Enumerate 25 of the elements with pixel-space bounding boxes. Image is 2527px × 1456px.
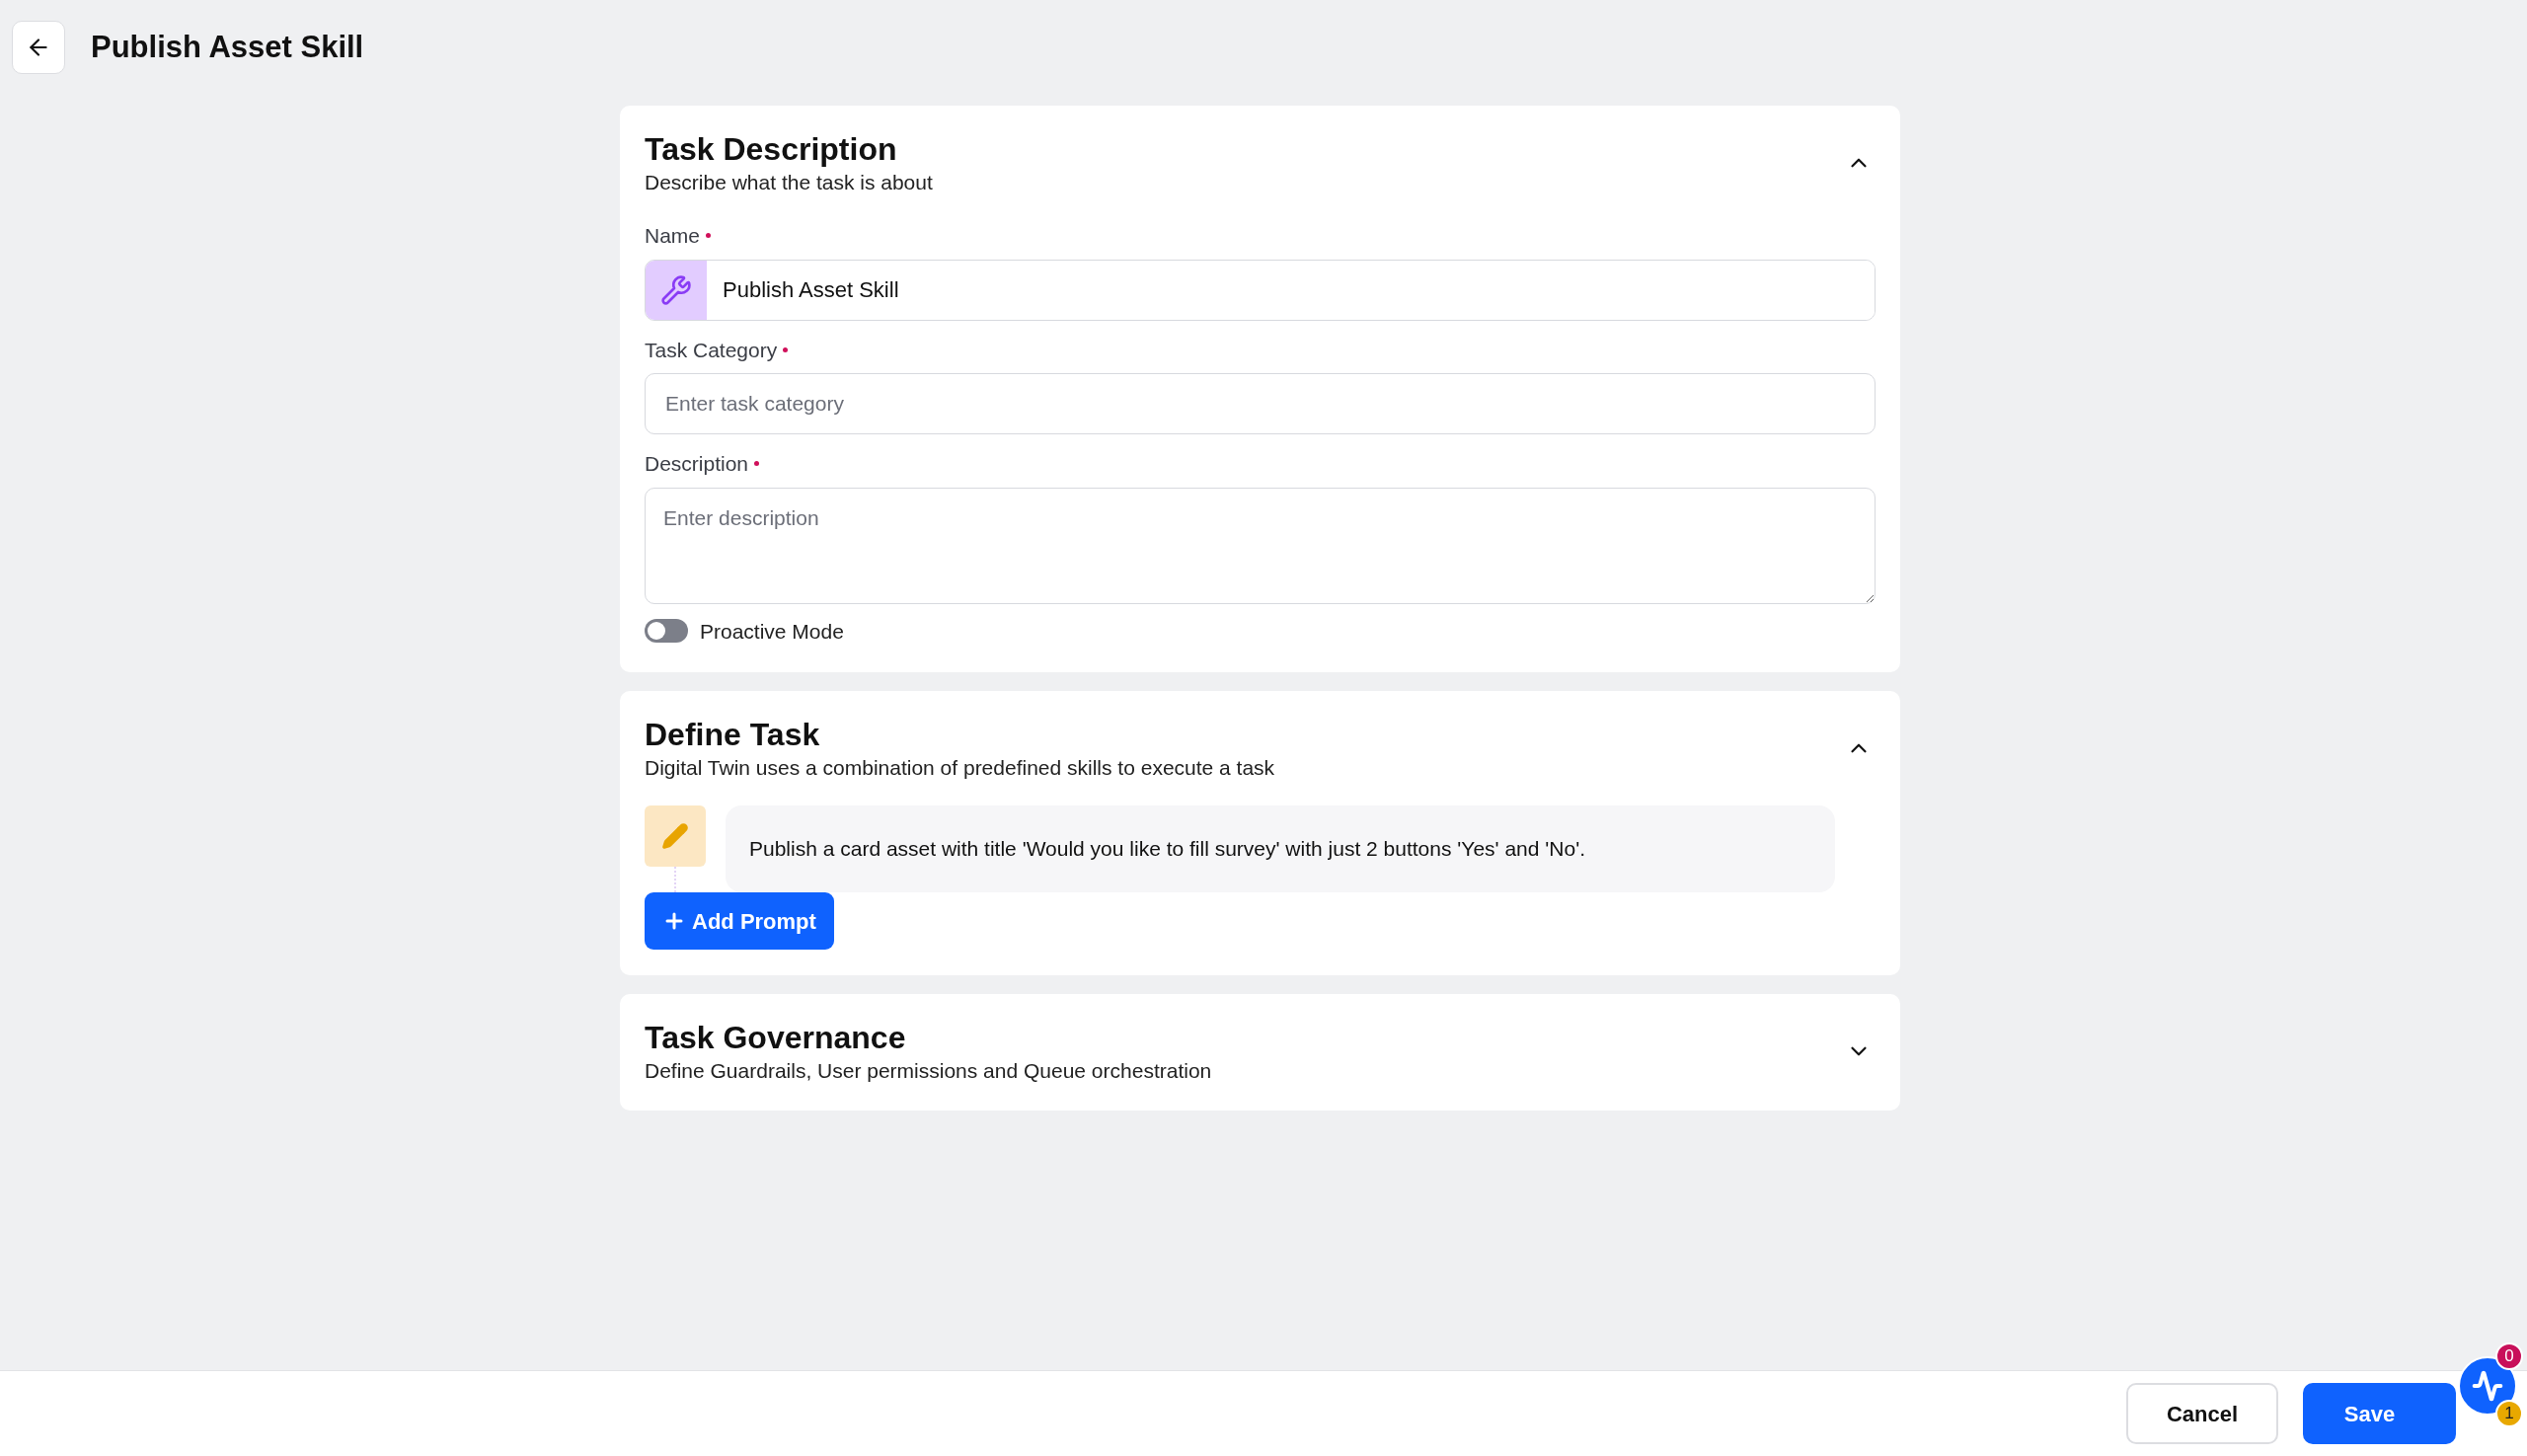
- back-button[interactable]: [12, 21, 65, 74]
- textarea-field[interactable]: Enter description: [645, 487, 1876, 604]
- section-title: Task Governance: [645, 1019, 907, 1057]
- name-field[interactable]: Publish Asset Skill: [645, 259, 1876, 321]
- cancel-button[interactable]: Cancel: [2126, 1383, 2278, 1444]
- section-title: Task Description: [645, 130, 898, 169]
- add-prompt-button[interactable]: Add Prompt: [645, 892, 834, 950]
- field-label: Name: [645, 223, 701, 249]
- page-title: Publish Asset Skill: [91, 28, 364, 66]
- section-subtitle: Describe what the task is about: [645, 170, 933, 195]
- section-subtitle: Digital Twin uses a combination of predefined skills to execute a task: [645, 755, 1275, 781]
- prompt-card: Publish a card asset with title 'Would you like to fill survey' with just 2 buttons 'Yes' and 'No'.: [726, 805, 1835, 892]
- section-title: Define Task: [645, 716, 821, 754]
- toggle-label: Proactive Mode: [700, 618, 844, 645]
- field-label: Task Category: [645, 337, 778, 363]
- count-badge: 1: [2495, 1400, 2523, 1427]
- field-label: Description: [645, 451, 749, 477]
- tools-icon: [646, 260, 707, 320]
- input-field[interactable]: Enter task category: [645, 373, 1876, 434]
- save-button[interactable]: Save: [2303, 1383, 2456, 1444]
- count-badge: 0: [2495, 1342, 2523, 1370]
- pulse-icon: [2472, 1370, 2503, 1402]
- toggle-switch[interactable]: [645, 619, 688, 644]
- pencil-icon: [645, 805, 706, 867]
- section-subtitle: Define Guardrails, User permissions and Queue orchestration: [645, 1058, 1212, 1084]
